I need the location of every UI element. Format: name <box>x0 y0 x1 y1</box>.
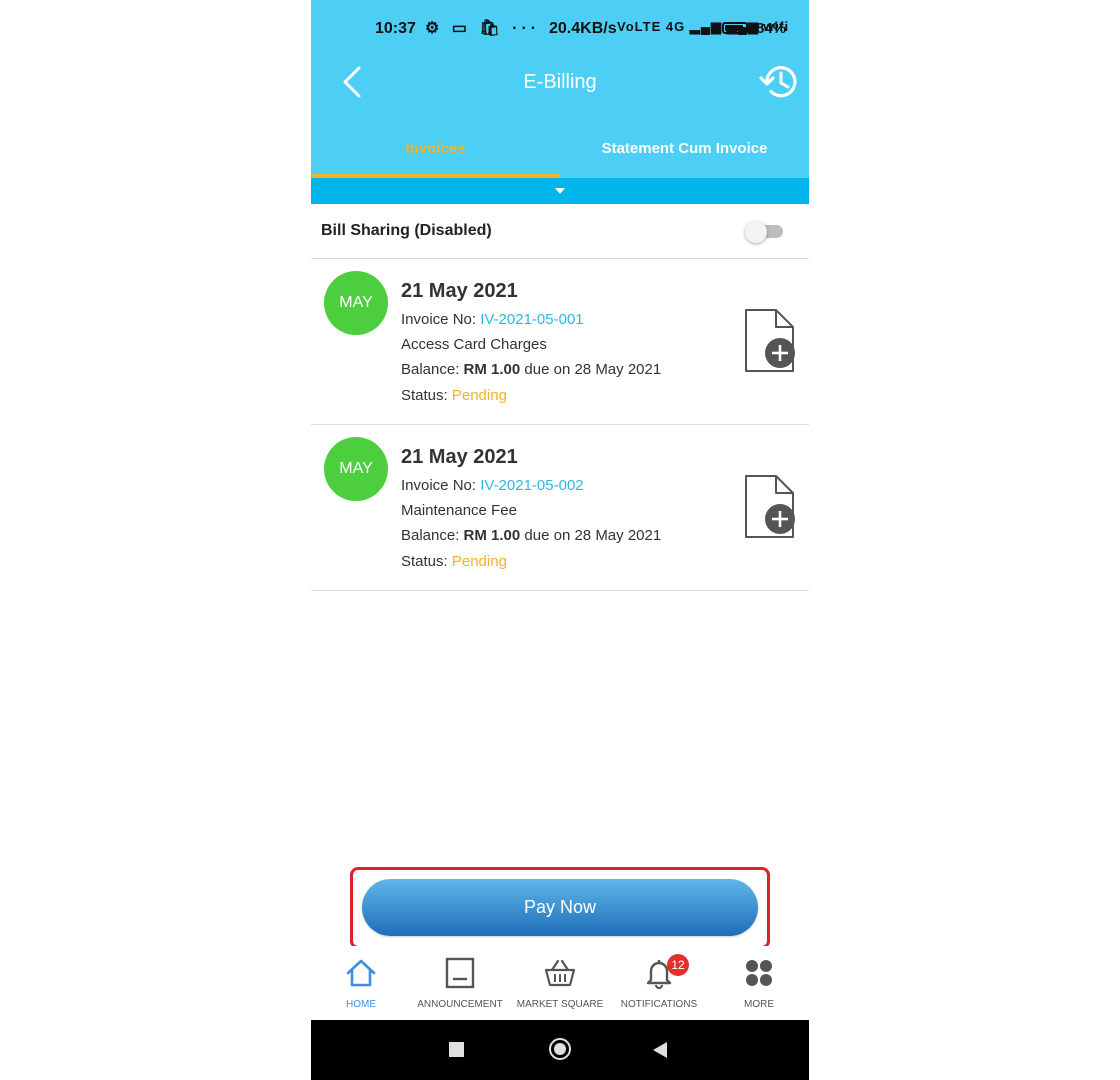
add-document-button[interactable] <box>741 473 797 541</box>
nav-label-market-square: MARKET SQUARE <box>516 999 604 1010</box>
invoice-number-line: Invoice No: IV-2021-05-001 <box>401 311 584 328</box>
announcement-icon <box>445 957 475 989</box>
phone-screen: 10:37 ⚙ ▭ 🛍 ··· 20.4KB/s VoLTE 4G ▂▄▆ ▂▄… <box>311 0 809 1080</box>
invoice-item[interactable]: MAY 21 May 2021 Invoice No: IV-2021-05-0… <box>311 259 809 425</box>
invoice-number-line: Invoice No: IV-2021-05-002 <box>401 477 584 494</box>
nav-market-square[interactable]: MARKET SQUARE <box>510 946 610 1020</box>
invoice-number: IV-2021-05-002 <box>480 477 584 494</box>
network-speed: 20.4KB/s <box>549 20 617 37</box>
invoice-description: Access Card Charges <box>401 336 547 353</box>
status-label: Status: <box>401 553 452 570</box>
add-document-button[interactable] <box>741 307 797 375</box>
nav-label-announcement: ANNOUNCEMENT <box>417 999 503 1010</box>
status-time: 10:37 <box>375 20 416 37</box>
system-home-icon[interactable] <box>549 1038 571 1060</box>
system-back-icon[interactable] <box>653 1042 667 1058</box>
document-add-icon <box>745 309 795 372</box>
month-avatar: MAY <box>324 271 388 335</box>
tab-invoices[interactable]: Invoices <box>311 130 560 178</box>
caret-down-icon <box>555 188 565 194</box>
battery-percent: 84% <box>756 20 787 37</box>
pay-now-button[interactable]: Pay Now <box>362 879 758 936</box>
filter-dropdown[interactable] <box>311 178 809 204</box>
grid-icon <box>746 960 772 986</box>
nav-more[interactable]: MORE <box>709 946 809 1020</box>
app-header: 10:37 ⚙ ▭ 🛍 ··· 20.4KB/s VoLTE 4G ▂▄▆ ▂▄… <box>311 0 809 178</box>
balance-amount: RM 1.00 <box>463 361 521 378</box>
due-date: due on 28 May 2021 <box>520 527 662 544</box>
month-avatar: MAY <box>324 437 388 501</box>
invoice-status-line: Status: Pending <box>401 553 507 570</box>
page-title: E-Billing <box>523 71 597 93</box>
invoice-date: 21 May 2021 <box>401 280 518 302</box>
status-bar: 10:37 ⚙ ▭ 🛍 ··· 20.4KB/s VoLTE 4G ▂▄▆ ▂▄… <box>311 14 809 44</box>
invoice-balance-line: Balance: RM 1.00 due on 28 May 2021 <box>401 527 661 544</box>
nav-label-home: HOME <box>346 999 376 1010</box>
status-notification-icons: ⚙ ▭ 🛍 ··· <box>425 20 541 37</box>
history-button[interactable] <box>757 60 801 104</box>
invoice-item[interactable]: MAY 21 May 2021 Invoice No: IV-2021-05-0… <box>311 425 809 591</box>
basket-icon <box>544 959 576 987</box>
document-add-icon <box>745 475 795 538</box>
status-badge: Pending <box>451 553 507 570</box>
invoice-number-label: Invoice No: <box>401 311 481 328</box>
battery-icon <box>722 22 748 34</box>
status-badge: Pending <box>451 387 507 404</box>
system-navigation-bar <box>311 1020 809 1080</box>
status-label: Status: <box>401 387 452 404</box>
nav-label-notifications: NOTIFICATIONS <box>620 999 698 1010</box>
invoice-status-line: Status: Pending <box>401 387 507 404</box>
nav-notifications[interactable]: 12 NOTIFICATIONS <box>609 946 709 1020</box>
invoice-number: IV-2021-05-001 <box>480 311 584 328</box>
invoice-date: 21 May 2021 <box>401 446 518 468</box>
recents-icon[interactable] <box>449 1042 464 1057</box>
invoice-description: Maintenance Fee <box>401 502 517 519</box>
history-icon <box>759 66 797 98</box>
toggle-knob <box>745 221 767 243</box>
bottom-navigation: HOME ANNOUNCEMENT MARKET SQUARE 12 NOTIF… <box>311 946 809 1020</box>
tab-statement-cum-invoice[interactable]: Statement Cum Invoice <box>560 130 809 178</box>
notification-count-badge: 12 <box>667 954 689 976</box>
invoice-number-label: Invoice No: <box>401 477 481 494</box>
due-date: due on 28 May 2021 <box>520 361 662 378</box>
home-icon <box>346 959 376 987</box>
balance-amount: RM 1.00 <box>463 527 521 544</box>
nav-home[interactable]: HOME <box>311 946 411 1020</box>
bill-sharing-toggle[interactable] <box>745 221 785 243</box>
tab-bar: Invoices Statement Cum Invoice <box>311 130 809 178</box>
bill-sharing-row: Bill Sharing (Disabled) <box>311 204 809 259</box>
nav-label-more: MORE <box>744 999 774 1010</box>
balance-label: Balance: <box>401 527 464 544</box>
nav-announcement[interactable]: ANNOUNCEMENT <box>410 946 510 1020</box>
invoice-balance-line: Balance: RM 1.00 due on 28 May 2021 <box>401 361 661 378</box>
balance-label: Balance: <box>401 361 464 378</box>
bill-sharing-label: Bill Sharing (Disabled) <box>321 222 492 239</box>
